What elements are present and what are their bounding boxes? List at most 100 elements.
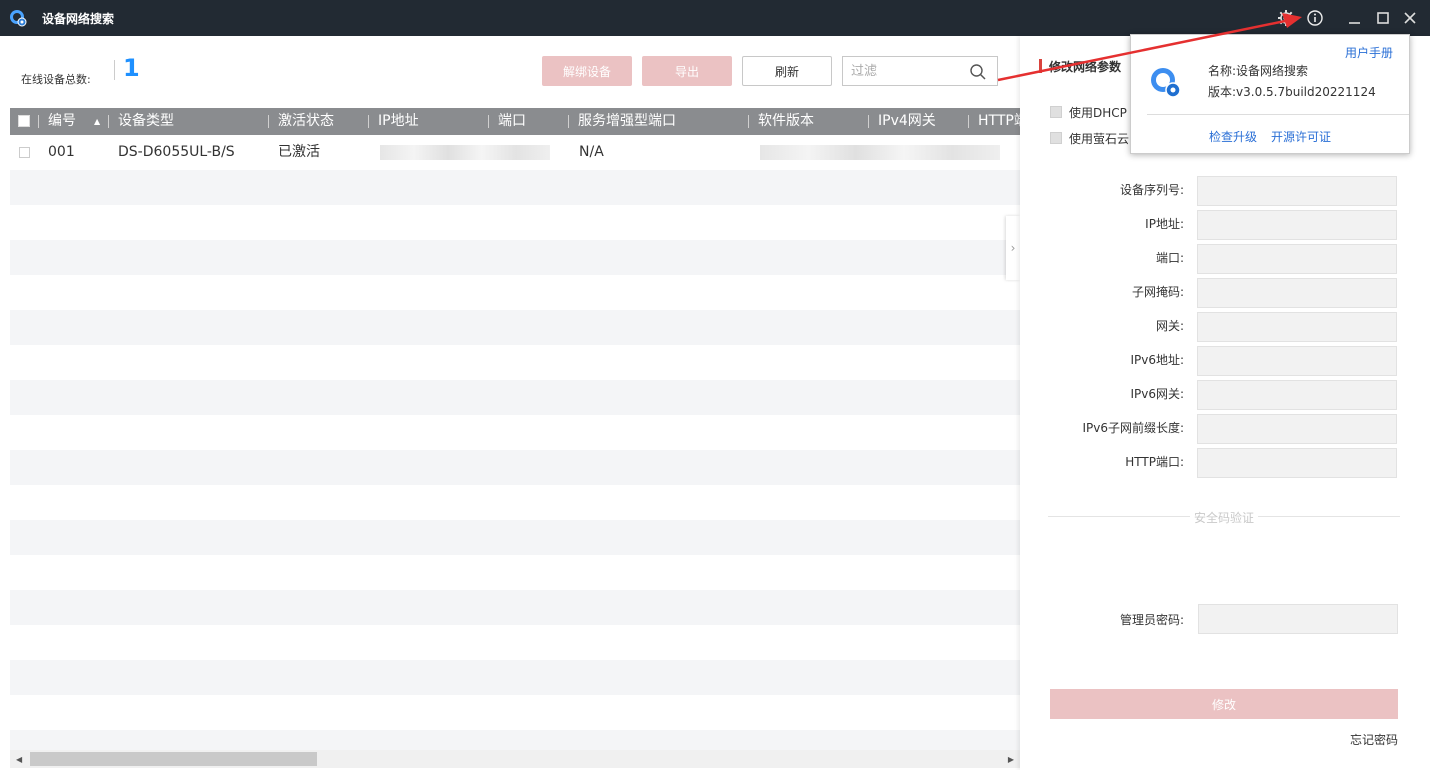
sort-ascending-icon[interactable]: ▲: [94, 108, 100, 135]
use-ezviz-label: 使用萤石云: [1069, 131, 1130, 146]
table-header: 编号 ▲ 设备类型 激活状态 IP地址 端口 服务增强型端口 软件版本 IPv4…: [10, 108, 1020, 135]
table-row: [10, 695, 1020, 730]
ip-address-field[interactable]: [1197, 210, 1397, 240]
column-header-device-type[interactable]: 设备类型: [118, 108, 174, 135]
filter-input[interactable]: [843, 57, 963, 85]
app-title: 设备网络搜索: [42, 12, 115, 26]
forgot-password-link[interactable]: 忘记密码: [1350, 731, 1398, 748]
table-row: [10, 660, 1020, 695]
row-checkbox[interactable]: [19, 147, 30, 158]
port-field[interactable]: [1197, 244, 1397, 274]
cell-device-type: DS-D6055UL-B/S: [118, 144, 235, 160]
redacted-ip-port: [380, 145, 550, 160]
use-dhcp-option[interactable]: 使用DHCP: [1050, 104, 1127, 120]
divider: [568, 115, 569, 128]
filter-search-box: [842, 56, 998, 86]
column-header-port[interactable]: 端口: [498, 108, 526, 135]
ipv6-gateway-label: IPv6网关:: [1130, 387, 1184, 401]
table-row: [10, 205, 1020, 240]
cell-enhanced-port: N/A: [579, 144, 604, 160]
table-row: [10, 170, 1020, 205]
column-header-software-version[interactable]: 软件版本: [758, 108, 814, 135]
column-header-number[interactable]: 编号: [48, 108, 76, 135]
table-row: [10, 275, 1020, 310]
http-port-field[interactable]: [1197, 448, 1397, 478]
search-icon[interactable]: [969, 63, 987, 81]
table-row: [10, 555, 1020, 590]
gateway-field[interactable]: [1197, 312, 1397, 342]
subnet-mask-field[interactable]: [1197, 278, 1397, 308]
user-manual-link[interactable]: 用户手册: [1345, 44, 1393, 61]
use-dhcp-checkbox[interactable]: [1050, 106, 1062, 118]
cell-number: 001: [48, 144, 75, 160]
table-row: [10, 415, 1020, 450]
minimize-icon[interactable]: [1346, 9, 1364, 27]
scroll-left-icon[interactable]: ◀: [16, 755, 22, 764]
port-label: 端口:: [1155, 251, 1184, 265]
table-row: [10, 485, 1020, 520]
admin-password-field[interactable]: [1198, 604, 1398, 634]
divider: [968, 115, 969, 128]
divider: [38, 115, 39, 128]
ipv6-prefix-length-field[interactable]: [1197, 414, 1397, 444]
gateway-label: 网关:: [1155, 319, 1184, 333]
divider: [1147, 114, 1409, 115]
online-devices-label: 在线设备总数:: [21, 73, 91, 86]
redacted-version-gateway: [760, 145, 1000, 160]
open-source-license-link[interactable]: 开源许可证: [1271, 128, 1331, 145]
modify-button[interactable]: 修改: [1050, 689, 1398, 719]
export-button[interactable]: 导出: [642, 56, 732, 86]
column-header-activation-status[interactable]: 激活状态: [278, 108, 334, 135]
table-row: [10, 310, 1020, 345]
check-update-link[interactable]: 检查升级: [1209, 128, 1257, 145]
use-ezviz-option[interactable]: 使用萤石云: [1050, 130, 1129, 146]
cell-activation-status: 已激活: [278, 144, 320, 160]
serial-number-label: 设备序列号:: [1119, 183, 1184, 197]
table-row: [10, 240, 1020, 275]
http-port-label: HTTP端口:: [1125, 455, 1184, 469]
subnet-mask-label: 子网掩码:: [1131, 285, 1184, 299]
table-row[interactable]: 001 DS-D6055UL-B/S 已激活 N/A: [10, 135, 1020, 170]
table-row: [10, 590, 1020, 625]
table-row: [10, 345, 1020, 380]
app-logo-icon: [10, 10, 27, 27]
ip-address-label: IP地址:: [1145, 217, 1184, 231]
ipv6-address-label: IPv6地址:: [1130, 353, 1184, 367]
table-row: [10, 380, 1020, 415]
column-header-ip-address[interactable]: IP地址: [378, 108, 419, 135]
online-devices-count: 1: [123, 54, 140, 82]
divider: [748, 115, 749, 128]
divider: [108, 115, 109, 128]
column-header-ipv4-gateway[interactable]: IPv4网关: [878, 108, 936, 135]
ipv6-prefix-length-label: IPv6子网前缀长度:: [1082, 421, 1184, 435]
column-header-enhanced-port[interactable]: 服务增强型端口: [578, 108, 676, 135]
use-dhcp-label: 使用DHCP: [1069, 105, 1127, 120]
column-header-http-port[interactable]: HTTP端口: [978, 108, 1020, 135]
annotation-arrow-icon: [997, 13, 1302, 82]
serial-number-field[interactable]: [1197, 176, 1397, 206]
device-list-panel: 在线设备总数: 1 解绑设备 导出 刷新 编号 ▲ 设备类型 激活状态 IP地址…: [0, 36, 1020, 770]
close-icon[interactable]: [1401, 9, 1419, 27]
maximize-icon[interactable]: [1374, 9, 1392, 27]
table-body: 001 DS-D6055UL-B/S 已激活 N/A: [10, 135, 1020, 755]
use-ezviz-checkbox[interactable]: [1050, 132, 1062, 144]
table-row: [10, 625, 1020, 660]
unbind-device-button[interactable]: 解绑设备: [542, 56, 632, 86]
collapse-panel-chevron-icon[interactable]: ›: [1006, 216, 1020, 280]
select-all-checkbox[interactable]: [18, 115, 30, 127]
divider: [268, 115, 269, 128]
divider: [488, 115, 489, 128]
ipv6-gateway-field[interactable]: [1197, 380, 1397, 410]
divider: [368, 115, 369, 128]
scrollbar-thumb[interactable]: [30, 752, 317, 766]
table-row: [10, 520, 1020, 555]
divider: [868, 115, 869, 128]
refresh-button[interactable]: 刷新: [742, 56, 832, 86]
scroll-right-icon[interactable]: ▶: [1008, 755, 1014, 764]
table-row: [10, 450, 1020, 485]
horizontal-scrollbar[interactable]: ◀ ▶: [10, 750, 1020, 768]
ipv6-address-field[interactable]: [1197, 346, 1397, 376]
security-code-section-title: 安全码验证: [1190, 509, 1259, 526]
admin-password-label: 管理员密码:: [1119, 613, 1184, 627]
divider: [114, 60, 115, 80]
